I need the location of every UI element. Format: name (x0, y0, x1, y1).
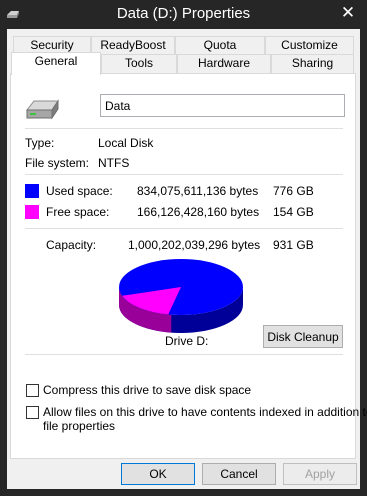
capacity-label: Capacity: (46, 238, 97, 252)
separator (25, 174, 343, 175)
tab-general[interactable]: General (11, 52, 101, 75)
close-button[interactable]: ✕ (338, 3, 358, 23)
tab-readyboost[interactable]: ReadyBoost (91, 36, 175, 55)
filesystem-label: File system: (25, 156, 90, 170)
disk-usage-pie-chart (119, 259, 243, 333)
tab-hardware[interactable]: Hardware (177, 54, 271, 73)
separator (25, 228, 343, 229)
title-bar[interactable]: Data (D:) Properties ✕ (0, 0, 367, 28)
capacity-bytes: 1,000,202,039,296 bytes (128, 238, 261, 252)
apply-button[interactable]: Apply (283, 463, 357, 485)
tab-customize[interactable]: Customize (265, 36, 354, 55)
free-space-gb: 154 GB (273, 205, 314, 219)
dialog-body: Security ReadyBoost Quota Customize Tool… (7, 29, 367, 489)
index-label-line1: Allow files on this drive to have conten… (43, 405, 367, 419)
free-space-swatch (25, 205, 39, 219)
free-space-label: Free space: (46, 205, 110, 219)
general-panel: Type: Local Disk File system: NTFS Used … (10, 73, 367, 459)
capacity-gb: 931 GB (273, 238, 314, 252)
used-space-swatch (25, 184, 39, 198)
cancel-button[interactable]: Cancel (202, 463, 276, 485)
index-label-line2: file properties (43, 419, 116, 433)
window-title: Data (D:) Properties (116, 5, 251, 22)
separator (25, 354, 343, 355)
type-label: Type: (25, 136, 55, 150)
ok-button[interactable]: OK (121, 463, 195, 485)
used-space-label: Used space: (46, 184, 113, 198)
type-value: Local Disk (98, 136, 154, 150)
compress-label: Compress this drive to save disk space (43, 383, 252, 397)
volume-name-input[interactable] (100, 94, 345, 117)
disk-cleanup-button[interactable]: Disk Cleanup (263, 325, 343, 348)
used-space-gb: 776 GB (273, 184, 314, 198)
filesystem-value: NTFS (98, 156, 130, 170)
index-checkbox[interactable] (26, 406, 39, 419)
compress-checkbox[interactable] (26, 384, 39, 397)
drive-label: Drive D: (165, 334, 209, 348)
tab-sharing[interactable]: Sharing (271, 54, 354, 73)
separator (25, 128, 343, 129)
used-space-bytes: 834,075,611,136 bytes (137, 184, 259, 198)
tab-tools[interactable]: Tools (101, 54, 177, 73)
free-space-bytes: 166,126,428,160 bytes (137, 205, 260, 219)
hard-drive-icon (25, 99, 59, 120)
properties-window: Data (D:) Properties ✕ Security ReadyBoo… (0, 0, 367, 496)
tab-quota[interactable]: Quota (175, 36, 265, 55)
